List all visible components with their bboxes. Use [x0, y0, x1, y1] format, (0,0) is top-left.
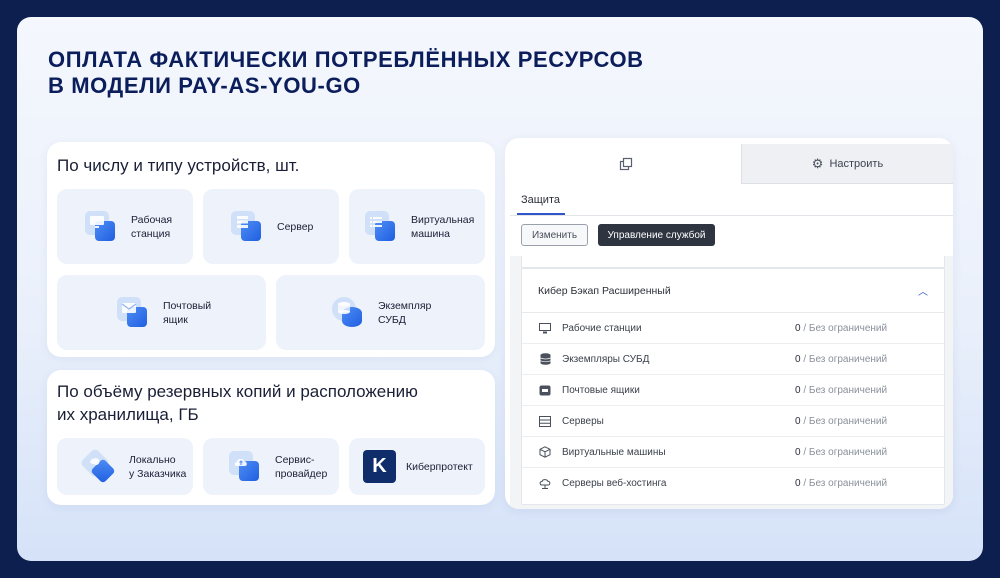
devices-panel-title: По числу и типу устройств, шт.: [57, 156, 300, 175]
tile-cyberprotect: K Киберпротект: [349, 438, 485, 495]
tile-label: Сервер: [277, 220, 314, 233]
logo-letter: K: [372, 455, 387, 477]
quota-row-label: Рабочие станции: [562, 322, 642, 334]
chevron-up-icon[interactable]: ︿: [918, 283, 928, 298]
tile-label: Почтовый ящик: [163, 299, 212, 326]
quota-row: Рабочие станции 0 / Без ограничений: [522, 313, 944, 344]
quota-row: Серверы 0 / Без ограничений: [522, 406, 944, 437]
headline: Оплата фактически потреблённых ресурсов …: [48, 47, 644, 99]
quota-row-label: Серверы: [562, 415, 604, 427]
storage-panel-title: По объёму резервных копий и расположению…: [57, 380, 418, 426]
monitor-icon: [538, 321, 552, 335]
gear-icon: ⚙: [811, 155, 824, 171]
subtab-protection[interactable]: Защита: [521, 194, 560, 206]
tile-label: Экземпляр СУБД: [378, 299, 432, 326]
tile-database: Экземпляр СУБД: [276, 275, 485, 350]
console-tabbar: ⚙ Настроить: [510, 144, 953, 184]
tile-workstation: Рабочая станция: [57, 189, 193, 264]
mailbox-icon: [538, 383, 552, 397]
headline-line-1: Оплата фактически потреблённых ресурсов: [48, 47, 644, 72]
quota-row-label: Почтовые ящики: [562, 384, 640, 396]
quota-row: Виртуальные машины 0 / Без ограничений: [522, 437, 944, 468]
storage-title-line-1: По объёму резервных копий и расположению: [57, 382, 418, 401]
manage-service-button[interactable]: Управление службой: [598, 224, 715, 246]
mailbox-icon: [113, 293, 153, 333]
quota-card-title: Кибер Бэкап Расширенный: [538, 284, 671, 297]
server-icon: [227, 207, 267, 247]
server-icon: [538, 414, 552, 428]
headline-line-2: в модели Pay-as-you-go: [48, 73, 361, 98]
tile-label: Рабочая станция: [131, 213, 173, 240]
tile-label: Виртуальная машина: [411, 213, 475, 240]
quota-row: Серверы веб-хостинга 0 / Без ограничений: [522, 468, 944, 499]
tile-label: Киберпротект: [406, 460, 473, 473]
cube-icon: [538, 445, 552, 459]
quota-row-label: Экземпляры СУБД: [562, 353, 650, 365]
tile-virtual-machine: Виртуальная машина: [349, 189, 485, 264]
subtab-divider: [510, 215, 953, 216]
quota-card: Кибер Бэкап Расширенный ︿ Рабочие станци…: [521, 268, 945, 505]
tile-server: Сервер: [203, 189, 339, 264]
content-frame: Оплата фактически потреблённых ресурсов …: [17, 17, 983, 561]
quota-row-value: 0 / Без ограничений: [795, 384, 888, 396]
tab-configure[interactable]: ⚙ Настроить: [742, 144, 953, 184]
tab-overview[interactable]: [510, 144, 742, 184]
tile-label: Локально у Заказчика: [129, 453, 187, 480]
cyberprotect-logo: K: [363, 450, 396, 483]
tile-cloud-provider: Сервис- провайдер: [203, 438, 339, 495]
quota-row-value: 0 / Без ограничений: [795, 415, 888, 427]
database-icon: [538, 352, 552, 366]
quota-card-header[interactable]: Кибер Бэкап Расширенный ︿: [522, 269, 944, 313]
previous-card-edge: [521, 256, 945, 268]
console-screenshot: ⚙ Настроить Защита Изменить Управление с…: [505, 138, 953, 509]
quota-row: Экземпляры СУБД 0 / Без ограничений: [522, 344, 944, 375]
edit-button[interactable]: Изменить: [521, 224, 588, 246]
local-storage-icon: [79, 447, 119, 487]
tile-mailbox: Почтовый ящик: [57, 275, 266, 350]
quota-row-label: Виртуальные машины: [562, 446, 666, 458]
workstation-icon: [81, 207, 121, 247]
storage-title-line-2: их хранилища, ГБ: [57, 405, 199, 424]
devices-panel: По числу и типу устройств, шт. Рабочая с…: [47, 142, 495, 357]
quota-row-value: 0 / Без ограничений: [795, 478, 888, 489]
virtual-machine-icon: [361, 207, 401, 247]
tab-configure-label: Настроить: [829, 157, 884, 170]
quota-row-value: 0 / Без ограничений: [795, 353, 888, 365]
quota-row: Почтовые ящики 0 / Без ограничений: [522, 375, 944, 406]
database-icon: [328, 293, 368, 333]
cloud-provider-icon: [225, 447, 265, 487]
copy-icon: [619, 157, 632, 171]
quota-row-label: Серверы веб-хостинга: [562, 478, 667, 489]
quota-row-value: 0 / Без ограничений: [795, 322, 888, 334]
quota-row-value: 0 / Без ограничений: [795, 446, 888, 458]
tile-label: Сервис- провайдер: [275, 453, 328, 480]
web-hosting-icon: [538, 477, 552, 491]
tile-local-storage: Локально у Заказчика: [57, 438, 193, 495]
storage-panel: По объёму резервных копий и расположению…: [47, 370, 495, 505]
